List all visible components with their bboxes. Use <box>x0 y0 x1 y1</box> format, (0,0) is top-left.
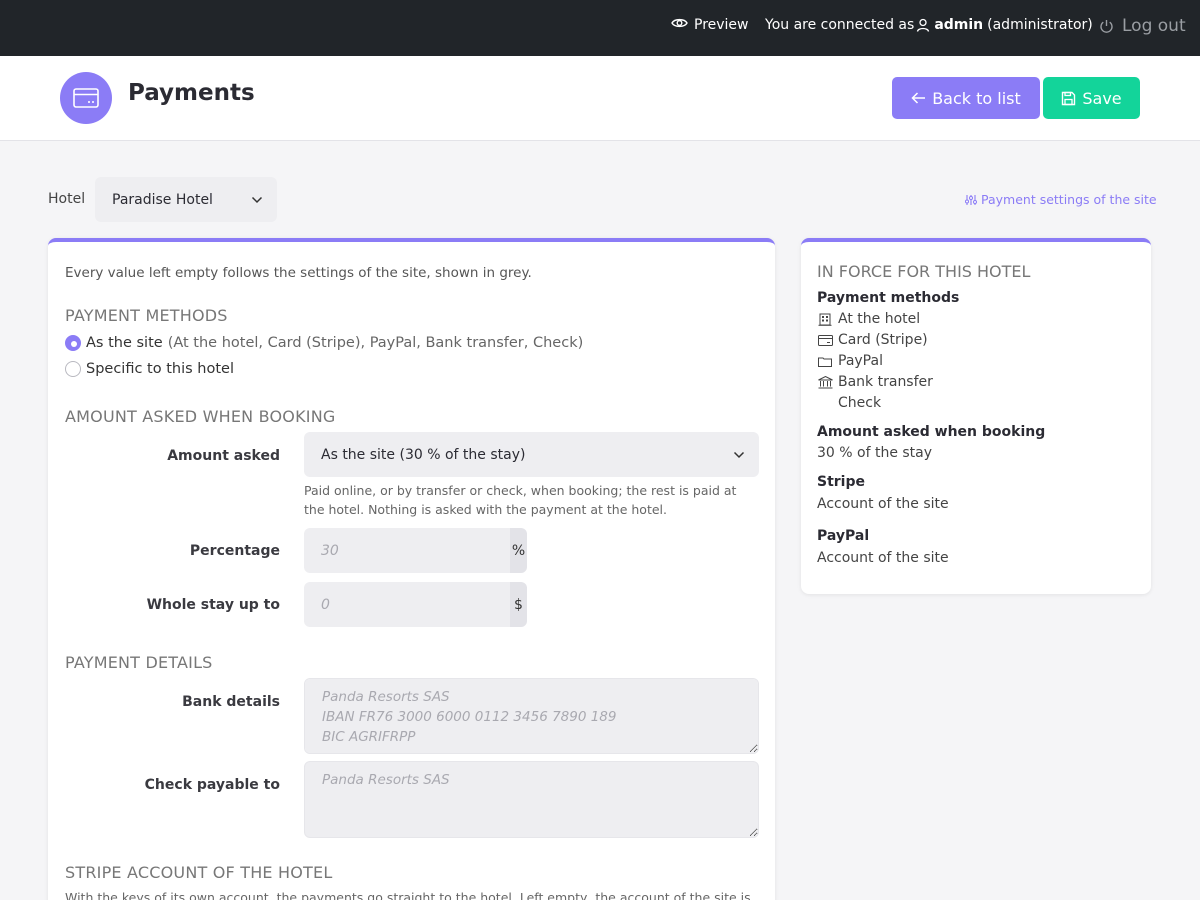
radio-specific[interactable]: Specific to this hotel <box>65 361 234 377</box>
floppy-icon <box>1061 91 1076 106</box>
amount-value: 30 % of the stay <box>817 445 933 461</box>
power-icon <box>1099 19 1114 34</box>
logout-link[interactable]: Log out <box>1099 16 1186 36</box>
connected-prefix: You are connected as <box>765 17 915 33</box>
whole-stay-group: $ <box>304 582 527 627</box>
radio-as-site-label: As the site <box>86 335 163 351</box>
intro-text: Every value left empty follows the setti… <box>65 265 532 281</box>
user-icon <box>916 18 930 32</box>
hotel-select[interactable]: Paradise Hotel <box>95 177 277 222</box>
method-item: Card (Stripe) <box>817 332 928 348</box>
whole-stay-label: Whole stay up to <box>146 597 280 613</box>
chevron-down-icon <box>251 196 263 204</box>
eye-icon <box>671 17 688 33</box>
method-label: Bank transfer <box>838 374 933 390</box>
amount-title: AMOUNT ASKED WHEN BOOKING <box>65 407 336 426</box>
connected-as: You are connected as admin (administrato… <box>765 17 1093 33</box>
radio-specific-control[interactable] <box>65 361 81 377</box>
amount-asked-label: Amount asked <box>167 448 280 464</box>
hotel-selected-value: Paradise Hotel <box>112 191 213 208</box>
site-payment-settings-label: Payment settings of the site <box>981 192 1157 207</box>
wallet-icon <box>817 356 833 367</box>
percentage-group: % <box>304 528 527 573</box>
in-force-title: IN FORCE FOR THIS HOTEL <box>817 262 1031 281</box>
method-label: Card (Stripe) <box>838 332 928 348</box>
save-label: Save <box>1082 88 1122 108</box>
preview-link[interactable]: Preview <box>671 17 749 33</box>
amount-asked-value: As the site (30 % of the stay) <box>321 446 526 463</box>
save-button[interactable]: Save <box>1043 77 1140 119</box>
radio-as-site-control[interactable] <box>65 335 81 351</box>
method-item: PayPal <box>817 353 883 369</box>
logout-label: Log out <box>1122 16 1186 36</box>
payment-details-title: PAYMENT DETAILS <box>65 653 213 672</box>
bank-details-label: Bank details <box>182 694 280 710</box>
page-header: Payments Back to list Save <box>0 56 1200 141</box>
back-to-list-label: Back to list <box>932 88 1021 108</box>
stripe-value: Account of the site <box>817 496 949 512</box>
percentage-input[interactable] <box>304 528 510 573</box>
back-to-list-button[interactable]: Back to list <box>892 77 1040 119</box>
hotel-payment-settings-card: Every value left empty follows the setti… <box>48 238 775 900</box>
method-item: Bank transfer <box>817 374 933 390</box>
amount-asked-select[interactable]: As the site (30 % of the stay) <box>304 432 759 477</box>
stripe-account-title: STRIPE ACCOUNT OF THE HOTEL <box>65 863 333 882</box>
building-icon <box>817 313 833 326</box>
dollar-addon: $ <box>510 582 527 627</box>
methods-heading: Payment methods <box>817 290 960 306</box>
user-role: (administrator) <box>987 17 1093 33</box>
method-label: PayPal <box>838 353 883 369</box>
method-label: Check <box>838 395 882 411</box>
method-item: Check <box>817 395 881 411</box>
percent-addon: % <box>510 528 527 573</box>
whole-stay-input[interactable] <box>304 582 510 627</box>
paypal-value: Account of the site <box>817 550 949 566</box>
bank-icon <box>817 375 833 389</box>
radio-as-site[interactable]: As the site (At the hotel, Card (Stripe)… <box>65 335 583 351</box>
paypal-heading: PayPal <box>817 528 870 544</box>
bank-details-textarea[interactable] <box>304 678 759 754</box>
method-label: At the hotel <box>838 311 921 327</box>
stripe-heading: Stripe <box>817 474 865 490</box>
payment-card-icon <box>60 72 112 124</box>
check-payable-textarea[interactable] <box>304 761 759 838</box>
amount-heading: Amount asked when booking <box>817 424 1046 440</box>
in-force-summary-card: IN FORCE FOR THIS HOTEL Payment methods … <box>801 238 1151 594</box>
method-item: At the hotel <box>817 311 920 327</box>
check-payable-label: Check payable to <box>144 777 280 793</box>
radio-specific-label: Specific to this hotel <box>86 361 234 377</box>
sliders-icon <box>965 194 977 206</box>
percentage-label: Percentage <box>189 543 280 559</box>
hotel-label: Hotel <box>48 191 86 207</box>
arrow-left-icon <box>911 92 926 104</box>
card-icon <box>817 334 833 346</box>
amount-help-text: Paid online, or by transfer or check, wh… <box>304 483 737 517</box>
preview-label: Preview <box>694 17 749 33</box>
radio-as-site-hint: (At the hotel, Card (Stripe), PayPal, Ba… <box>167 335 584 351</box>
payment-methods-title: PAYMENT METHODS <box>65 306 228 325</box>
user-name: admin <box>934 17 984 33</box>
top-bar: Preview You are connected as admin (admi… <box>0 0 1200 56</box>
chevron-down-icon <box>733 451 745 459</box>
site-payment-settings-link[interactable]: Payment settings of the site <box>965 192 1157 207</box>
page-title: Payments <box>128 80 255 106</box>
stripe-help-text: With the keys of its own account, the pa… <box>65 890 751 900</box>
